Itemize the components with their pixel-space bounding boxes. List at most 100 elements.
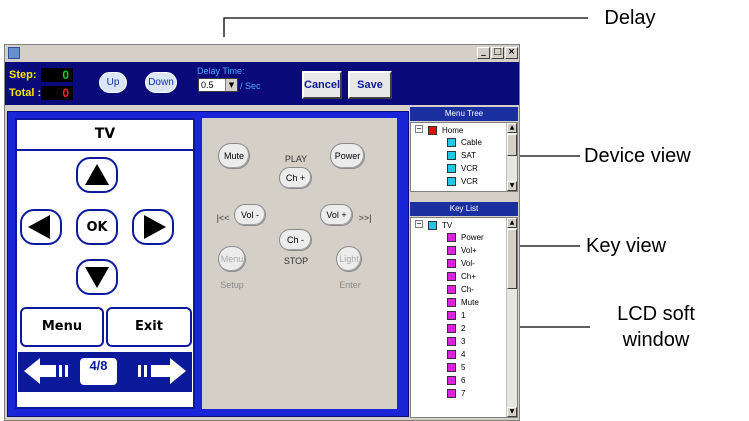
arrow-down-icon	[85, 267, 109, 288]
arrow-left-bold-icon	[24, 358, 68, 384]
ok-button[interactable]: OK	[76, 209, 118, 245]
setup-label: Setup	[220, 280, 244, 290]
lcd-exit-button[interactable]: Exit	[106, 307, 192, 347]
menu-tree-item-cable[interactable]: Cable	[461, 137, 482, 148]
key-node-icon	[447, 389, 456, 398]
ok-label: OK	[86, 220, 108, 235]
menu-key[interactable]: Menu	[218, 246, 246, 272]
right-arrow-button[interactable]	[132, 209, 174, 245]
menu-tree-item-sat[interactable]: SAT	[461, 150, 476, 161]
maximize-button[interactable]: □	[491, 47, 504, 59]
key-node-icon	[447, 350, 456, 359]
delay-select-value: 0.5	[201, 80, 214, 90]
total-label: Total :	[9, 87, 42, 99]
menu-tree-scrollbar[interactable]: ▲ ▼	[506, 123, 517, 191]
stop-label: STOP	[283, 256, 309, 266]
chevron-down-icon[interactable]: ▼	[225, 79, 237, 91]
scroll-thumb[interactable]	[507, 229, 517, 289]
play-label: PLAY	[284, 154, 308, 164]
key-list-item[interactable]: Mute	[461, 297, 479, 308]
mute-key[interactable]: Mute	[218, 143, 250, 169]
menu-tree-item-vcr-2[interactable]: VCR	[461, 176, 478, 187]
delay-time-label: Delay Time:	[197, 66, 245, 76]
key-node-icon	[447, 298, 456, 307]
key-node-icon	[447, 259, 456, 268]
power-key[interactable]: Power	[330, 143, 365, 169]
menu-tree-item-home[interactable]: Home	[442, 125, 463, 136]
app-icon	[8, 47, 20, 59]
enter-label: Enter	[339, 280, 361, 290]
callout-lcd-soft: LCD soft	[617, 303, 695, 325]
key-node-icon	[447, 324, 456, 333]
key-list-item[interactable]: 2	[461, 323, 465, 334]
skip-back-label: |<<	[216, 213, 230, 223]
up-button[interactable]: Up	[99, 72, 127, 93]
menu-tree-header: Menu Tree	[410, 107, 518, 121]
lcd-menu-button[interactable]: Menu	[20, 307, 104, 347]
arrow-left-icon	[28, 215, 50, 239]
page-nav-bar: 4/8	[18, 352, 192, 392]
key-node-icon	[447, 233, 456, 242]
save-button[interactable]: Save	[348, 71, 392, 99]
scroll-up-icon[interactable]: ▲	[507, 218, 517, 228]
minimize-button[interactable]: _	[477, 47, 490, 59]
scroll-thumb[interactable]	[507, 134, 517, 156]
collapse-icon[interactable]: −	[415, 220, 423, 228]
arrow-right-bold-icon	[138, 358, 186, 384]
key-list-item[interactable]: 1	[461, 310, 465, 321]
callout-device-view: Device view	[584, 145, 691, 167]
key-list-item[interactable]: Power	[461, 232, 484, 243]
scroll-up-icon[interactable]: ▲	[507, 123, 517, 133]
key-list-item[interactable]: Vol-	[461, 258, 475, 269]
key-list-item[interactable]: 3	[461, 336, 465, 347]
page-next-button[interactable]	[130, 354, 190, 389]
volume-up-key[interactable]: Vol +	[320, 204, 353, 226]
key-node-icon	[447, 246, 456, 255]
vcr-node-icon	[447, 177, 456, 186]
vcr-node-icon	[447, 164, 456, 173]
page-prev-button[interactable]	[20, 354, 76, 389]
scroll-down-icon[interactable]: ▼	[507, 181, 517, 191]
up-arrow-button[interactable]	[76, 157, 118, 193]
channel-down-key[interactable]: Ch -	[279, 229, 312, 251]
down-button[interactable]: Down	[145, 72, 177, 93]
key-list-item[interactable]: 6	[461, 375, 465, 386]
key-node-icon	[447, 337, 456, 346]
arrow-up-icon	[85, 164, 109, 185]
scroll-down-icon[interactable]: ▼	[507, 407, 517, 417]
key-list: − TV Power Vol+ Vol- Ch+ Ch- Mute 1 2 3 …	[410, 217, 518, 418]
key-list-item[interactable]: 7	[461, 388, 465, 399]
tv-node-icon	[428, 221, 437, 230]
key-list-item[interactable]: 4	[461, 349, 465, 360]
volume-down-key[interactable]: Vol -	[234, 204, 266, 226]
step-counter: 0	[41, 68, 73, 82]
menu-tree-item-vcr[interactable]: VCR	[461, 163, 478, 174]
callout-delay: Delay	[604, 7, 656, 29]
key-list-item[interactable]: Ch-	[461, 284, 474, 295]
home-node-icon	[428, 126, 437, 135]
channel-up-key[interactable]: Ch +	[279, 167, 312, 189]
lcd-soft-window: TV OK Menu Exit 4/8	[15, 118, 195, 409]
key-list-root-tv[interactable]: TV	[442, 220, 452, 231]
key-node-icon	[447, 376, 456, 385]
toolbar: Step: 0 Total : 0 Up Down Delay Time: 0.…	[5, 62, 519, 105]
light-key[interactable]: Light	[336, 246, 362, 272]
step-label: Step:	[9, 69, 37, 81]
key-node-icon	[447, 272, 456, 281]
left-arrow-button[interactable]	[20, 209, 62, 245]
key-list-item[interactable]: Ch+	[461, 271, 476, 282]
total-counter: 0	[41, 86, 73, 100]
down-arrow-button[interactable]	[76, 259, 118, 295]
key-list-item[interactable]: 5	[461, 362, 465, 373]
key-list-scrollbar[interactable]: ▲ ▼	[506, 218, 517, 417]
page-indicator: 4/8	[80, 358, 117, 385]
arrow-right-icon	[144, 215, 166, 239]
close-button[interactable]: ×	[505, 47, 518, 59]
delay-select[interactable]: 0.5 ▼	[198, 78, 238, 92]
key-list-item[interactable]: Vol+	[461, 245, 477, 256]
cancel-button[interactable]: Cancel	[302, 71, 342, 99]
sat-node-icon	[447, 151, 456, 160]
key-node-icon	[447, 285, 456, 294]
skip-forward-label: >>|	[358, 213, 372, 223]
collapse-icon[interactable]: −	[415, 125, 423, 133]
